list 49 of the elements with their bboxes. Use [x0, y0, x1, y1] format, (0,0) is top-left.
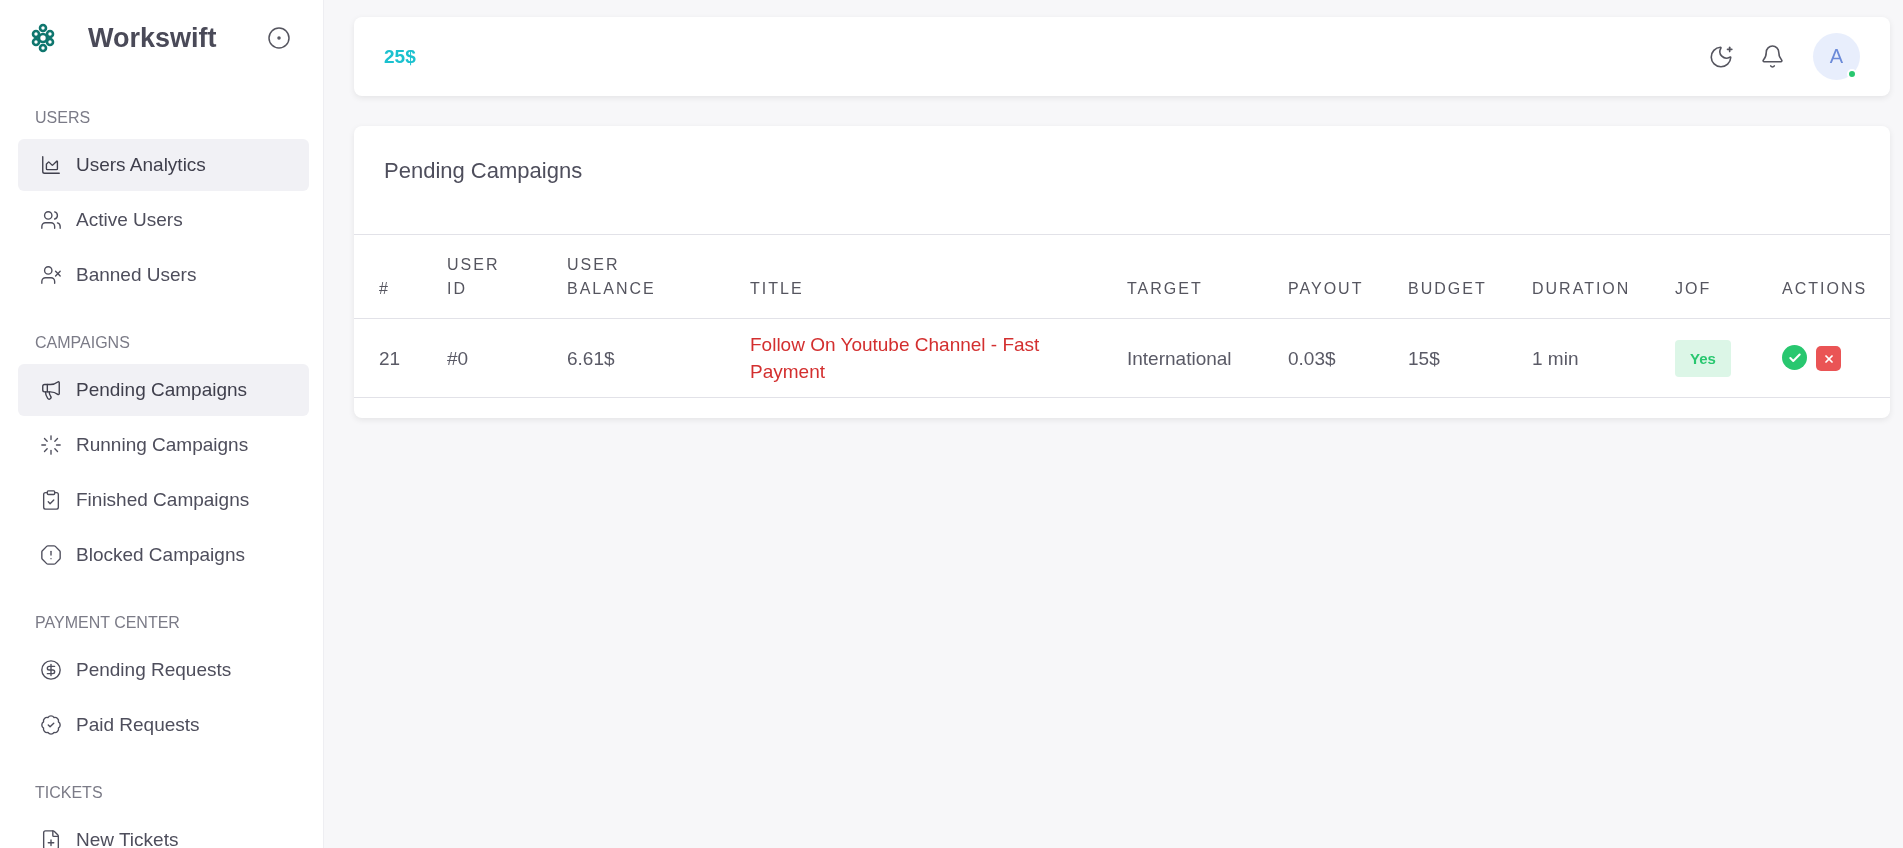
nav-item[interactable]: Running Campaigns — [18, 419, 309, 471]
column-header: BUDGET — [1408, 234, 1532, 319]
clipboard-check-icon — [40, 489, 62, 511]
campaign-title-link[interactable]: Follow On Youtube Channel - Fast Payment — [750, 331, 1050, 385]
card-title: Pending Campaigns — [383, 157, 584, 185]
balance: 25$ — [384, 45, 417, 68]
column-header: TARGET — [1127, 234, 1288, 319]
column-header: USER BALANCE — [567, 234, 750, 319]
section-heading: CAMPAIGNS — [34, 333, 131, 353]
column-header: ACTIONS — [1782, 234, 1890, 319]
target: International — [1127, 347, 1232, 369]
nav-item[interactable]: Active Users — [18, 194, 309, 246]
section-heading: USERS — [34, 108, 92, 128]
nav-item[interactable]: Users Analytics — [18, 139, 309, 191]
section-heading: PAYMENT CENTER — [34, 613, 181, 633]
nav-item[interactable]: Blocked Campaigns — [18, 529, 309, 581]
budget: 15$ — [1408, 347, 1440, 369]
column-header: # — [354, 234, 447, 319]
nav-item[interactable]: Pending Requests — [18, 644, 309, 696]
nav-item[interactable]: Pending Campaigns — [18, 364, 309, 416]
payout: 0.03$ — [1288, 347, 1336, 369]
user-x-icon — [40, 264, 62, 286]
file-plus-icon — [40, 829, 62, 848]
close-icon — [1822, 352, 1835, 365]
column-header: TITLE — [750, 234, 1127, 319]
dollar-circle-icon — [40, 659, 62, 681]
check-icon — [1787, 350, 1802, 365]
users-icon — [40, 209, 62, 231]
megaphone-icon — [40, 379, 62, 401]
column-header: JOF — [1675, 234, 1782, 319]
jof-badge: Yes — [1675, 339, 1731, 377]
section-heading: TICKETS — [34, 783, 104, 803]
column-header: PAYOUT — [1288, 234, 1408, 319]
nav-item[interactable]: Finished Campaigns — [18, 474, 309, 526]
nav-item[interactable]: Paid Requests — [18, 699, 309, 751]
row-number: 21 — [379, 347, 401, 369]
column-header: USER ID — [447, 234, 567, 319]
user-balance: 6.61$ — [567, 347, 615, 369]
area-chart-icon — [40, 154, 62, 176]
loader-icon — [40, 434, 62, 456]
nav-item[interactable]: New Tickets — [18, 814, 309, 848]
brand-name: Workswift — [88, 22, 218, 54]
user-id: #0 — [447, 347, 469, 369]
reject-button[interactable] — [1816, 346, 1841, 371]
octagon-alert-icon — [40, 544, 62, 566]
column-header: DURATION — [1532, 234, 1675, 319]
badge-check-icon — [40, 714, 62, 736]
nav-item[interactable]: Banned Users — [18, 249, 309, 301]
duration: 1 min — [1532, 347, 1579, 369]
